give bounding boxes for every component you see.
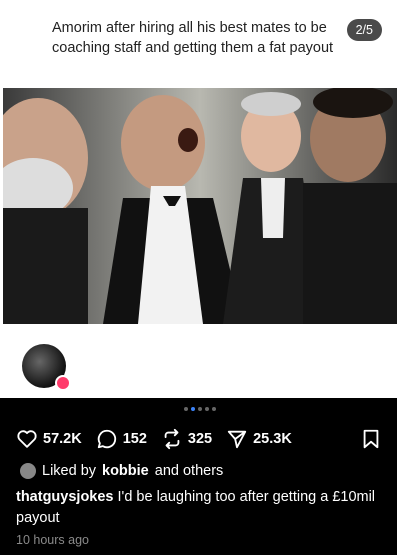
liked-by-avatar[interactable] xyxy=(20,463,36,479)
heart-icon xyxy=(17,430,37,448)
post-timestamp: 10 hours ago xyxy=(16,533,89,547)
carousel-dot-active xyxy=(191,407,195,411)
comment-button[interactable]: 152 xyxy=(96,428,147,450)
comment-username[interactable]: thatguysjokes xyxy=(16,489,114,505)
share-count: 25.3K xyxy=(253,431,292,447)
carousel-dot xyxy=(184,407,188,411)
heart-badge-icon xyxy=(55,375,71,391)
top-comment: thatguysjokes I'd be laughing too after … xyxy=(16,487,386,529)
carousel-dots xyxy=(184,407,216,411)
post-caption: Amorim after hiring all his best mates t… xyxy=(52,20,334,56)
comment-count: 152 xyxy=(122,431,147,447)
photo-illustration xyxy=(3,88,397,324)
bookmark-button[interactable] xyxy=(360,428,382,454)
share-button[interactable]: 25.3K xyxy=(226,428,292,450)
comment-icon xyxy=(97,429,116,449)
repost-count: 325 xyxy=(187,431,213,447)
carousel-dot xyxy=(212,407,216,411)
bookmark-icon xyxy=(363,429,379,449)
repost-icon xyxy=(164,428,180,450)
like-count: 57.2K xyxy=(43,431,82,447)
repost-button[interactable]: 325 xyxy=(161,428,212,450)
carousel-dot xyxy=(198,407,202,411)
action-bar: 57.2K 152 325 25.3K xyxy=(16,427,386,451)
carousel-pager: 2/5 xyxy=(346,19,382,41)
liked-by-suffix[interactable]: and others xyxy=(155,463,224,479)
liked-by-user[interactable]: kobbie xyxy=(102,463,149,479)
post-card: Amorim after hiring all his best mates t… xyxy=(0,0,397,398)
post-photo[interactable] xyxy=(3,88,397,324)
like-button[interactable]: 57.2K xyxy=(16,428,82,450)
liked-by-row: Liked by kobbie and others xyxy=(20,463,223,479)
carousel-dot xyxy=(205,407,209,411)
share-icon xyxy=(227,430,247,449)
liked-by-prefix: Liked by xyxy=(42,463,97,479)
